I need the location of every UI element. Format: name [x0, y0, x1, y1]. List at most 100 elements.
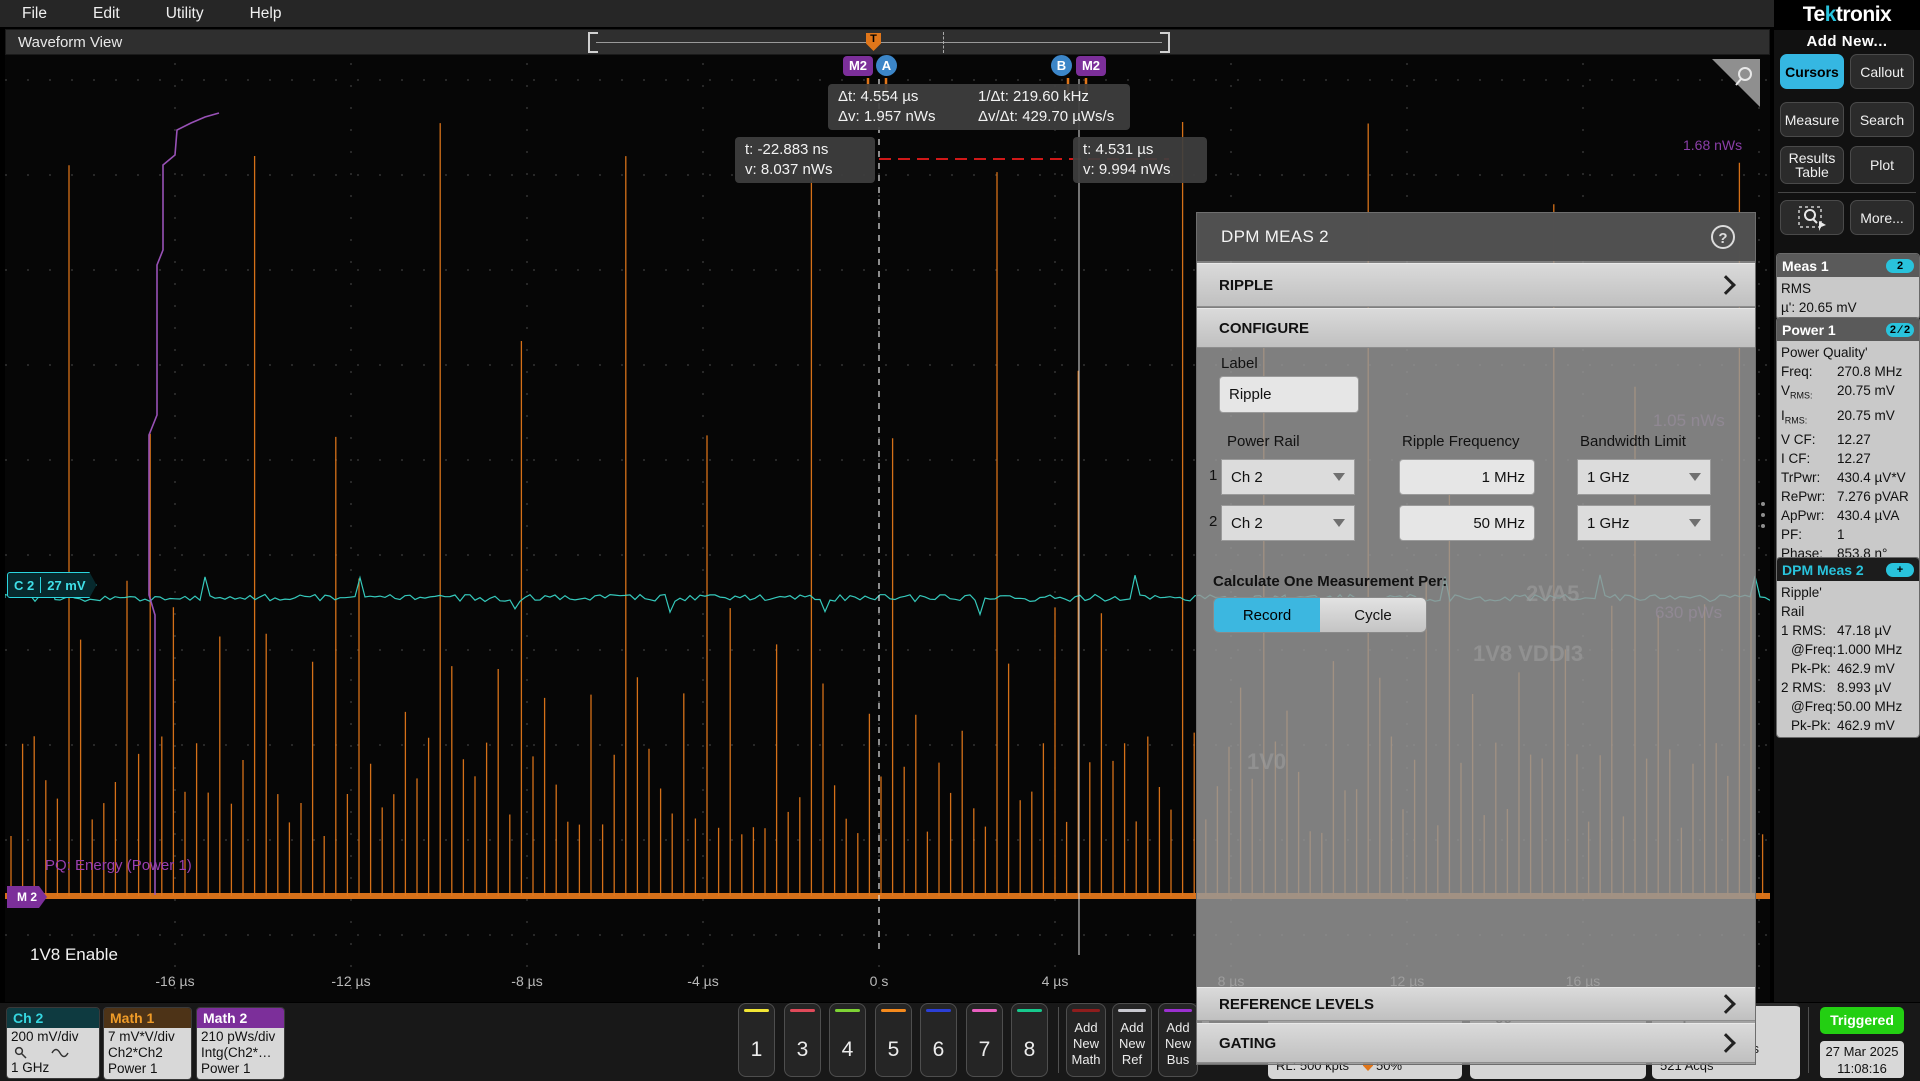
channel-2-scale-flag[interactable]: C 2 27 mV [7, 572, 97, 598]
result-row: 1 RMS:47.18 µV [1781, 621, 1915, 640]
rail-1-source-dropdown[interactable]: Ch 2 [1221, 459, 1355, 495]
reference-levels-row[interactable]: REFERENCE LEVELS [1197, 987, 1755, 1021]
cursor-a-source-badge[interactable]: M2 [843, 56, 873, 76]
rail-2-bandwidth-dropdown[interactable]: 1 GHz [1577, 505, 1711, 541]
measure-button[interactable]: Measure [1780, 102, 1844, 137]
status-divider [1808, 1007, 1809, 1073]
zoom-corner-magnifier-icon [1733, 65, 1755, 87]
chevron-right-icon [1716, 275, 1736, 295]
cursor-a-readout: t: -22.883 ns v: 8.037 nWs [735, 137, 875, 183]
meas-1-title: Meas 1 [1782, 258, 1886, 274]
math-2-source: Power 1 [201, 1061, 280, 1077]
channel-2-badge-title: Ch 2 [7, 1008, 99, 1028]
dpm-meas-2-panel: DPM MEAS 2 ? RIPPLE CONFIGURE Label Ripp… [1196, 212, 1756, 1065]
configure-row-label: CONFIGURE [1219, 320, 1309, 337]
dpm-meas-2-subtitle: Ripple' [1781, 583, 1915, 602]
rail-1-frequency-input[interactable]: 1 MHz [1399, 459, 1535, 495]
search-button[interactable]: Search [1850, 102, 1914, 137]
configure-section-row[interactable]: CONFIGURE [1197, 308, 1755, 348]
cycle-button[interactable]: Cycle [1320, 598, 1426, 632]
tektronix-logo: Tektronix [1774, 0, 1920, 30]
power-1-subtitle: Power Quality' [1781, 343, 1915, 362]
menu-file[interactable]: File [22, 5, 47, 23]
callout-button[interactable]: Callout [1850, 54, 1914, 89]
dpm-meas-2-results-badge[interactable]: DPM Meas 2 + Ripple' Rail 1 RMS:47.18 µV… [1776, 557, 1920, 738]
menu-utility[interactable]: Utility [166, 5, 204, 23]
math-1-scale: 7 mV*V/div [108, 1029, 187, 1045]
calc-per-caption: Calculate One Measurement Per: [1213, 573, 1447, 590]
menu-help[interactable]: Help [250, 5, 282, 23]
panel-drag-grip[interactable] [1758, 498, 1768, 532]
cursors-button[interactable]: Cursors [1780, 54, 1844, 89]
trigger-position-icon[interactable]: T [866, 33, 881, 51]
delta-v: Δv: 1.957 nWs [838, 107, 978, 127]
gating-row[interactable]: GATING [1197, 1023, 1755, 1063]
math-1-badge[interactable]: Math 1 7 mV*V/div Ch2*Ch2 Power 1 [103, 1007, 192, 1080]
label-caption: Label [1221, 355, 1258, 372]
c2-scale: 27 mV [47, 578, 85, 593]
chevron-down-icon [1689, 519, 1701, 527]
panel-header[interactable]: DPM MEAS 2 ? [1197, 213, 1755, 261]
meas-1-type: RMS [1781, 279, 1915, 298]
more-button[interactable]: More... [1850, 200, 1914, 235]
rail-2-frequency-input[interactable]: 50 MHz [1399, 505, 1535, 541]
calc-per-segmented-control: Record Cycle [1213, 597, 1427, 633]
channel-7-button[interactable]: 7 [966, 1003, 1003, 1077]
plot-button[interactable]: Plot [1850, 146, 1914, 184]
help-icon[interactable]: ? [1711, 225, 1735, 249]
result-row: VRMS:20.75 mV [1781, 381, 1915, 406]
zoom-bar-left-bracket[interactable] [588, 32, 598, 53]
math-1-expression: Ch2*Ch2 [108, 1045, 187, 1061]
chevron-down-icon [1689, 473, 1701, 481]
rail-2-source-dropdown[interactable]: Ch 2 [1221, 505, 1355, 541]
math-2-reference-flag[interactable]: M 2 [7, 886, 47, 908]
result-row: Pk-Pk:462.9 mV [1781, 716, 1915, 735]
tab-waveform-view[interactable]: Waveform View [18, 34, 122, 51]
right-sidebar: Add New... Cursors Callout Measure Searc… [1774, 30, 1920, 1002]
zoom-bar-marker [943, 32, 944, 53]
channel-4-button[interactable]: 4 [829, 1003, 866, 1077]
zoom-select-icon [1797, 205, 1827, 231]
result-row: RePwr:7.276 pVAR [1781, 487, 1915, 506]
logo-text: Te [1803, 3, 1825, 27]
dpm-meas-2-add-badge[interactable]: + [1886, 563, 1914, 577]
result-row: 2 RMS:8.993 µV [1781, 678, 1915, 697]
cursor-a-badge[interactable]: A [876, 55, 897, 76]
channel-3-button[interactable]: 3 [784, 1003, 821, 1077]
cursor-b-source-badge[interactable]: M2 [1076, 56, 1106, 76]
channel-8-button[interactable]: 8 [1011, 1003, 1048, 1077]
math-2-badge-title: Math 2 [197, 1008, 284, 1028]
chevron-right-icon [1716, 994, 1736, 1014]
menu-edit[interactable]: Edit [93, 5, 120, 23]
channel-5-button[interactable]: 5 [875, 1003, 912, 1077]
bandwidth-limit-column-label: Bandwidth Limit [1580, 433, 1686, 450]
results-table-button[interactable]: Results Table [1780, 146, 1844, 184]
result-row: @Freq:50.00 MHz [1781, 697, 1915, 716]
add-new-math-button[interactable]: Add New Math [1066, 1003, 1106, 1077]
rail-2-source-value: Ch 2 [1231, 515, 1263, 532]
add-new-bus-button[interactable]: Add New Bus [1158, 1003, 1198, 1077]
add-new-ref-button[interactable]: Add New Ref [1112, 1003, 1152, 1077]
label-input[interactable]: Ripple [1219, 376, 1359, 413]
probe-icon [13, 1046, 29, 1059]
ac-signal-icon [51, 1046, 69, 1059]
channel-1-button[interactable]: 1 [738, 1003, 775, 1077]
meas-1-results-badge[interactable]: Meas 1 2 RMS µ': 20.65 mV [1776, 253, 1920, 320]
channel-2-badge[interactable]: Ch 2 200 mV/div 1 GHz [6, 1007, 100, 1079]
horizontal-zoom-overview-bar[interactable]: T [588, 32, 1170, 53]
result-row: TrPwr:430.4 µV*V [1781, 468, 1915, 487]
power-1-results-badge[interactable]: Power 1 2 ∕ 2 Power Quality' Freq:270.8 … [1776, 317, 1920, 566]
ripple-section-row[interactable]: RIPPLE [1197, 263, 1755, 307]
zoom-bar-right-bracket[interactable] [1160, 32, 1170, 53]
cursor-b-badge[interactable]: B [1051, 55, 1072, 76]
channel-6-button[interactable]: 6 [920, 1003, 957, 1077]
record-button[interactable]: Record [1214, 598, 1320, 632]
reference-levels-label: REFERENCE LEVELS [1219, 996, 1374, 1013]
result-row: IRMS:20.75 mV [1781, 406, 1915, 431]
rail-1-bandwidth-value: 1 GHz [1587, 469, 1630, 486]
result-row: PF:1 [1781, 525, 1915, 544]
math-2-badge[interactable]: Math 2 210 pWs/div Intg(Ch2*… Power 1 [196, 1007, 285, 1080]
rail-1-bandwidth-dropdown[interactable]: 1 GHz [1577, 459, 1711, 495]
x-tick: 0 s [849, 973, 909, 989]
zoom-select-button[interactable] [1780, 200, 1844, 235]
